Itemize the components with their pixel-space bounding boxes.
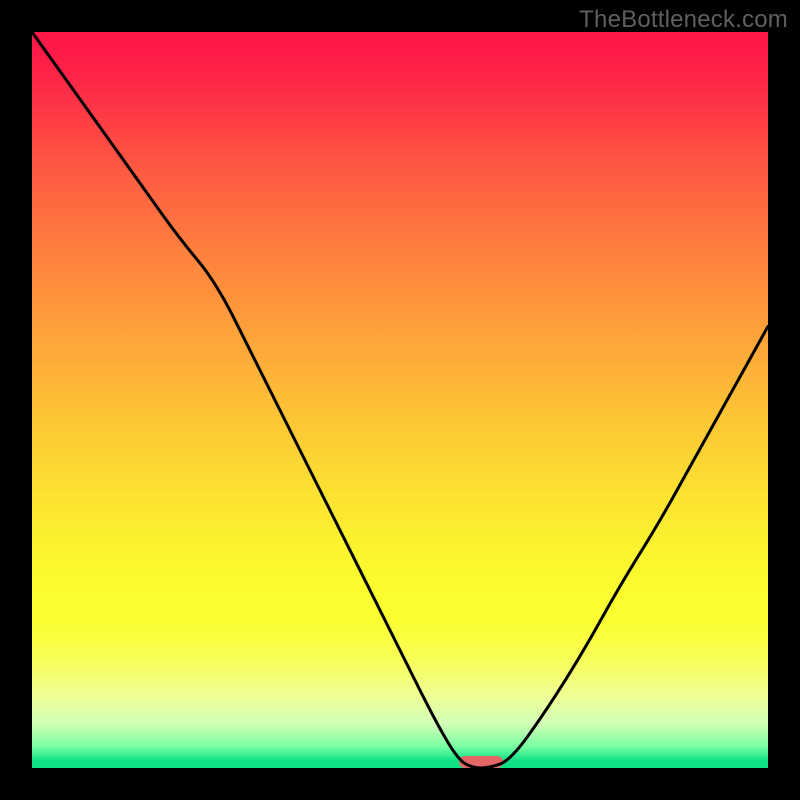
watermark-text: TheBottleneck.com bbox=[579, 6, 788, 34]
plot-area bbox=[32, 32, 768, 768]
bottleneck-curve bbox=[32, 32, 768, 768]
chart-frame: TheBottleneck.com bbox=[0, 0, 800, 800]
